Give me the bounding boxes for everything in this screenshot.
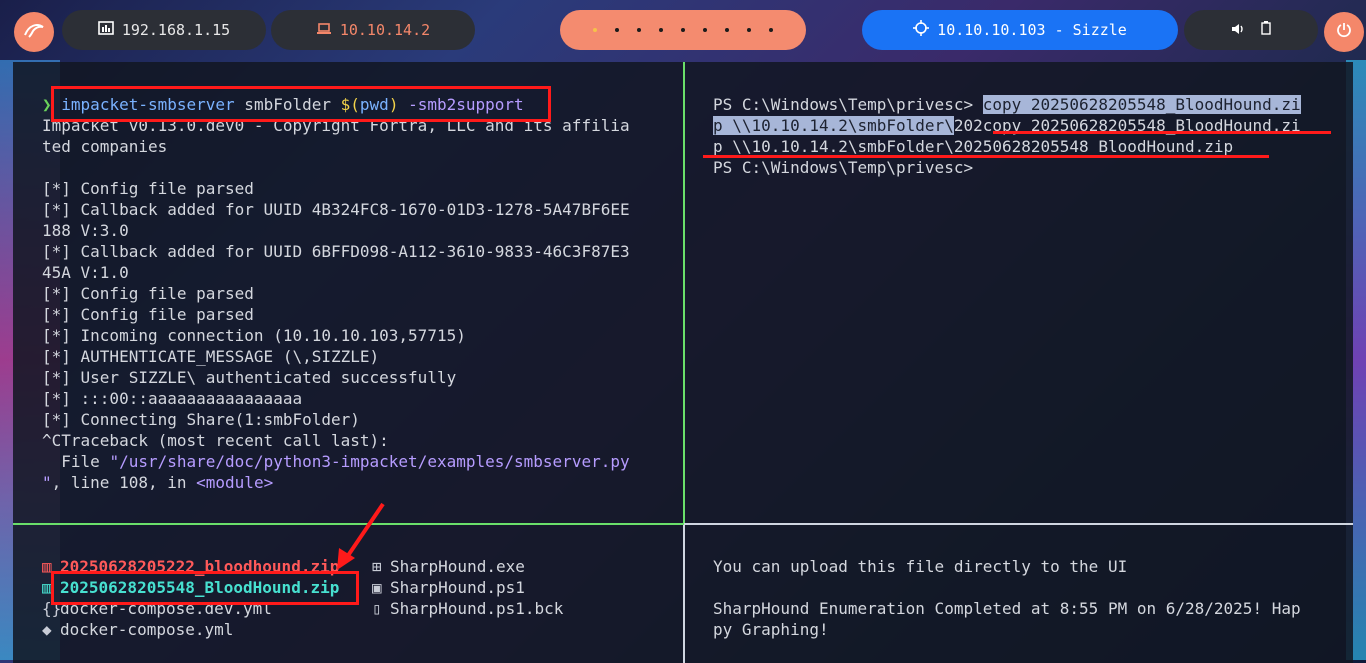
file-entry[interactable]: ◆ docker-compose.yml <box>42 619 339 640</box>
output-line: [*] Config file parsed <box>42 284 254 303</box>
kali-menu-button[interactable] <box>14 12 54 52</box>
power-button[interactable] <box>1324 12 1364 52</box>
output-line-3: py Graphing! <box>713 620 829 639</box>
file-name: docker-compose.yml <box>60 620 234 639</box>
output-line: ted companies <box>42 137 168 156</box>
workspace-dot[interactable] <box>637 28 641 32</box>
output-line: [*] Config file parsed <box>42 305 254 324</box>
file-entry[interactable]: ▣ SharpHound.ps1 <box>372 577 563 598</box>
trace-line-2: ", line 108, in <module> <box>42 473 274 492</box>
output-line: [*] Connecting Share(1:smbFolder) <box>42 410 360 429</box>
terminal-window[interactable]: ❯ impacket-smbserver smbFolder $(pwd) -s… <box>13 62 1353 663</box>
output-line: ^CTraceback (most recent call last): <box>42 431 389 450</box>
annotation-box-zip <box>51 571 359 605</box>
output-line: [*] User SIZZLE\ authenticated successfu… <box>42 368 457 387</box>
power-icon <box>1336 22 1352 43</box>
top-bar: 192.168.1.15 10.10.14.2 10.10.10.103 - S… <box>0 0 1366 62</box>
output-lines: Impacket v0.13.0.dev0 - Copyright Fortra… <box>42 115 662 451</box>
output-line: [*] Callback added for UUID 4B324FC8-167… <box>42 200 630 219</box>
crosshair-icon <box>913 20 930 40</box>
annotation-arrow-icon <box>337 502 385 570</box>
file-entry[interactable]: ▯ SharpHound.ps1.bck <box>372 598 563 619</box>
output-line: [*] Callback added for UUID 6BFFD098-A11… <box>42 242 630 261</box>
file-name: SharpHound.ps1 <box>390 578 525 597</box>
workspace-dot[interactable] <box>747 28 751 32</box>
system-tray-pill[interactable] <box>1184 10 1318 50</box>
dragon-icon <box>23 21 45 44</box>
annotation-underline-1 <box>993 131 1331 134</box>
target-text: 10.10.10.103 - Sizzle <box>937 21 1127 39</box>
local-ip-text: 192.168.1.15 <box>121 21 231 39</box>
pane-powershell[interactable]: PS C:\Windows\Temp\privesc> copy 2025062… <box>713 94 1333 178</box>
file-name: SharpHound.ps1.bck <box>390 599 564 618</box>
ps-line-1: PS C:\Windows\Temp\privesc> copy 2025062… <box>713 95 1301 114</box>
workspace-dot[interactable] <box>769 28 773 32</box>
file-name: SharpHound.exe <box>390 557 525 576</box>
workspace-dot[interactable] <box>725 28 729 32</box>
annotation-underline-2 <box>703 155 1269 158</box>
pane-divider-vertical-lower[interactable] <box>683 524 685 663</box>
chart-icon <box>98 21 114 39</box>
workspaces-pill[interactable] <box>560 10 806 50</box>
workspace-dot[interactable] <box>681 28 685 32</box>
trace-line: File "/usr/share/doc/python3-impacket/ex… <box>42 452 630 471</box>
target-pill[interactable]: 10.10.10.103 - Sizzle <box>862 10 1178 50</box>
pane-sharphound-output[interactable]: You can upload this file directly to the… <box>713 556 1333 640</box>
output-line-2: SharpHound Enumeration Completed at 8:55… <box>713 599 1301 618</box>
ps-line-3: p \\10.10.14.2\smbFolder\20250628205548_… <box>713 137 1234 156</box>
file-list-col2: ⊞ SharpHound.exe ▣ SharpHound.ps1 ▯ SharpHoun… <box>372 556 563 619</box>
pane-smbserver[interactable]: ❯ impacket-smbserver smbFolder $(pwd) -s… <box>42 94 662 493</box>
terminal-icon: ▣ <box>372 578 382 597</box>
workspace-dot[interactable] <box>703 28 707 32</box>
battery-icon[interactable] <box>1261 21 1271 39</box>
output-line: [*] AUTHENTICATE_MESSAGE (\,SIZZLE) <box>42 347 380 366</box>
workspace-dot-active[interactable] <box>593 28 597 32</box>
vpn-ip-text: 10.10.14.2 <box>339 21 431 39</box>
output-blank <box>713 577 1333 598</box>
file-icon: ▯ <box>372 599 382 618</box>
workspace-dot[interactable] <box>615 28 619 32</box>
workspace-dot[interactable] <box>659 28 663 32</box>
ps-line-4: PS C:\Windows\Temp\privesc> <box>713 158 983 177</box>
output-line: 188 V:3.0 <box>42 221 129 240</box>
annotation-box-command <box>51 86 551 122</box>
local-ip-pill[interactable]: 192.168.1.15 <box>62 10 266 50</box>
file-entry[interactable]: ⊞ SharpHound.exe <box>372 556 563 577</box>
laptop-icon <box>316 21 332 39</box>
output-line: 45A V:1.0 <box>42 263 129 282</box>
output-line: [*] Config file parsed <box>42 179 254 198</box>
docker-icon: ◆ <box>42 620 52 639</box>
volume-icon[interactable] <box>1231 21 1245 39</box>
output-line: [*] Incoming connection (10.10.10.103,57… <box>42 326 466 345</box>
output-line: [*] :::00::aaaaaaaaaaaaaaaa <box>42 389 303 408</box>
vpn-ip-pill[interactable]: 10.10.14.2 <box>271 10 475 50</box>
output-line-1: You can upload this file directly to the… <box>713 557 1128 576</box>
pane-divider-vertical[interactable] <box>683 62 685 524</box>
